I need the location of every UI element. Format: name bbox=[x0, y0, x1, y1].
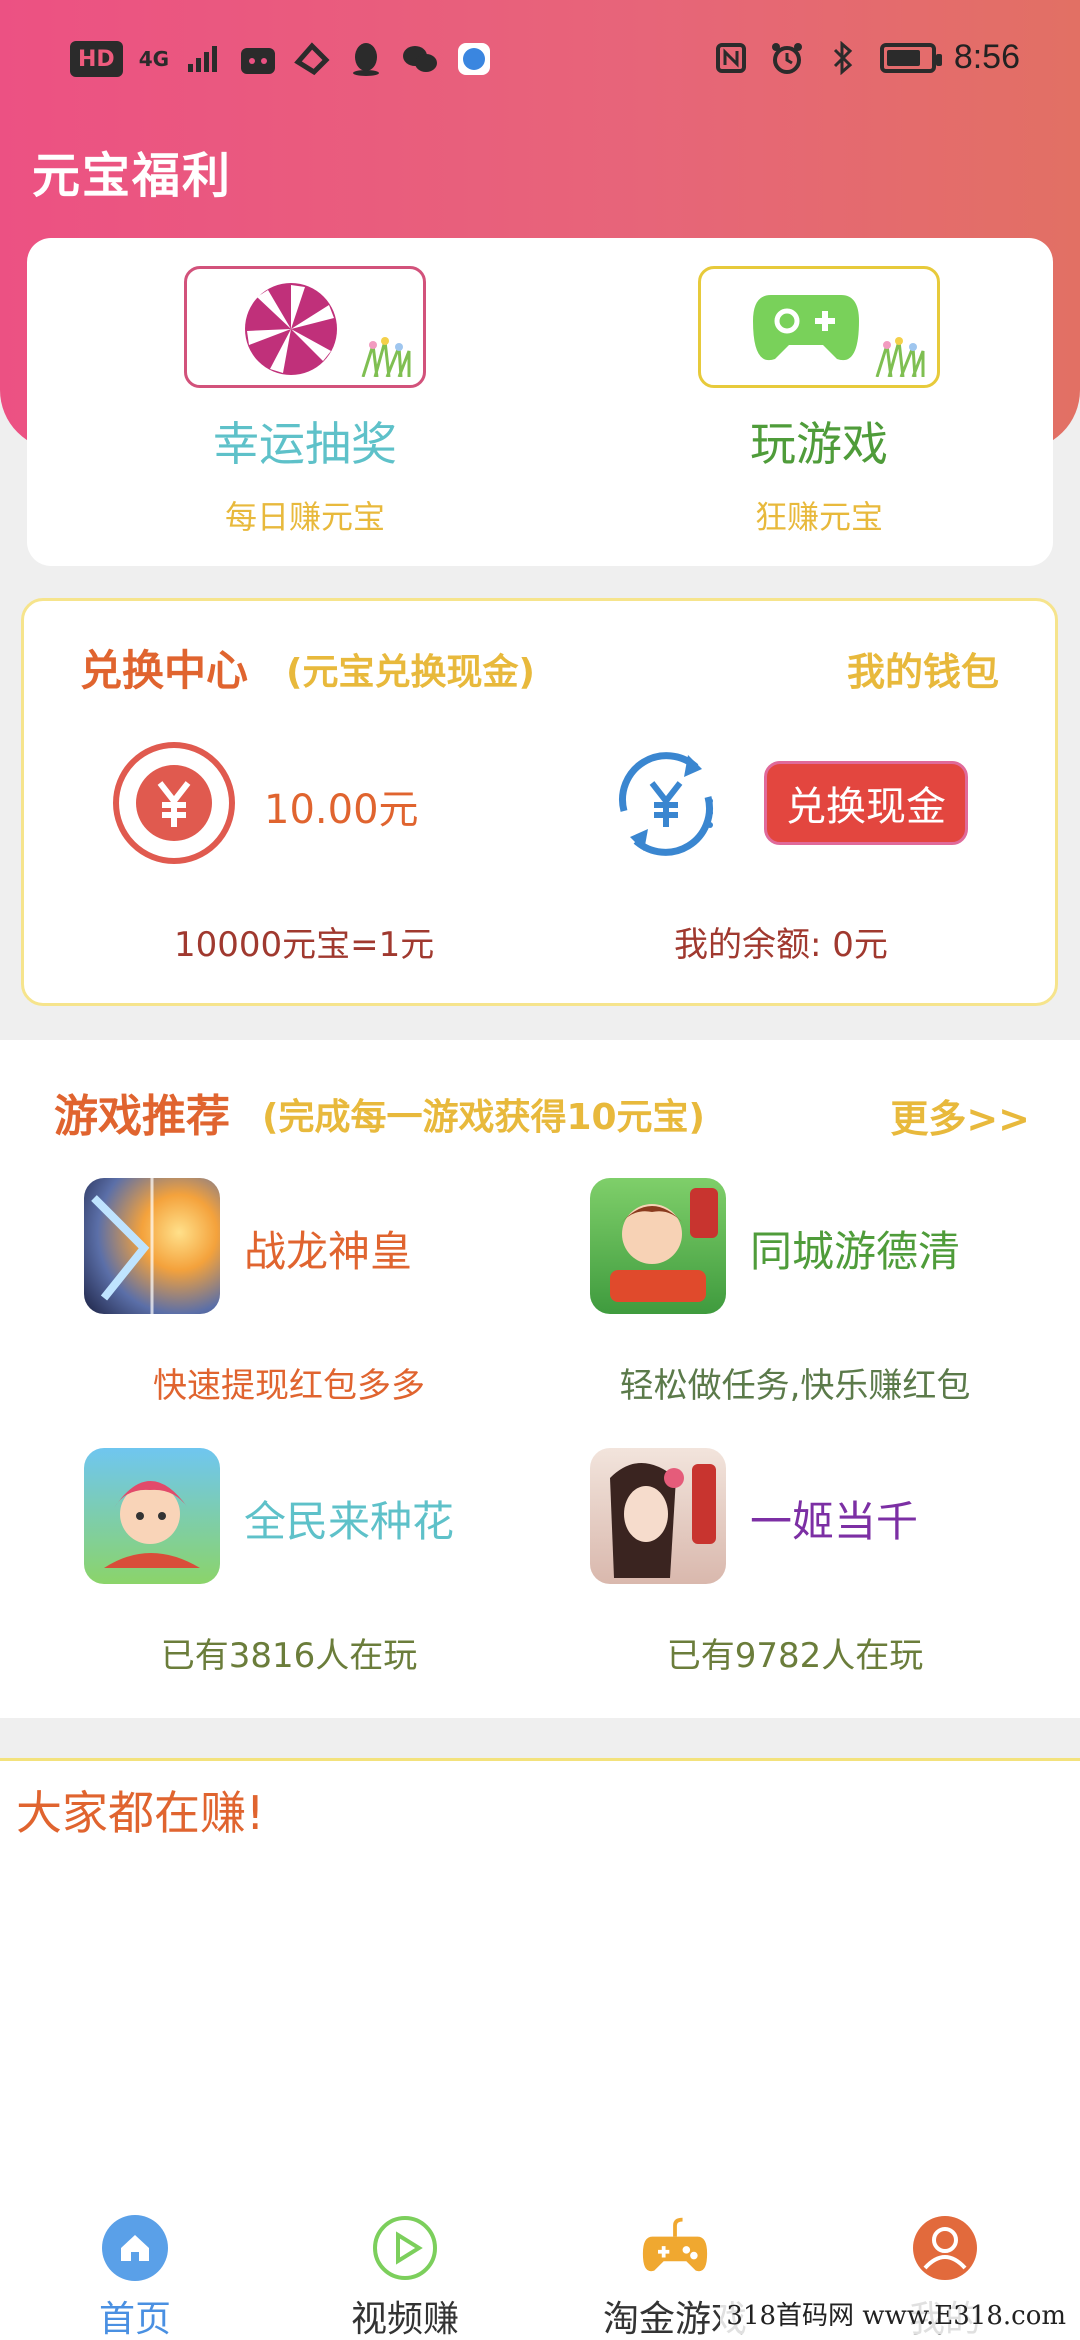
alarm-icon bbox=[768, 39, 806, 77]
lucky-wheel-icon bbox=[245, 283, 337, 375]
cat-app-icon bbox=[239, 40, 277, 78]
currency-exchange-icon bbox=[619, 752, 713, 856]
game-description: 轻松做任务,快乐赚红包 bbox=[619, 1366, 971, 1406]
exchange-subtitle: (元宝兑换现金) bbox=[286, 652, 535, 693]
games-title: 游戏推荐 bbox=[54, 1091, 230, 1142]
profile-icon bbox=[911, 2214, 979, 2282]
my-wallet-link[interactable]: 我的钱包 bbox=[847, 641, 999, 696]
wechat-icon bbox=[401, 40, 439, 78]
everyone-earning-title: 大家都在赚! bbox=[16, 1786, 265, 1840]
game-thumbnail bbox=[590, 1448, 726, 1584]
game-item[interactable]: 同城游德清 轻松做任务,快乐赚红包 bbox=[590, 1178, 1070, 1408]
browser-icon bbox=[455, 40, 493, 78]
signal-icon bbox=[185, 40, 223, 78]
tab-home[interactable]: 首页 bbox=[35, 2214, 235, 2340]
gamepad-icon bbox=[641, 2214, 709, 2282]
game-recommendations: 游戏推荐 (完成每一游戏获得10元宝) 更多>> 战龙神皇 快速提现红包多多 同… bbox=[0, 1040, 1080, 1718]
games-subtitle: (完成每一游戏获得10元宝) bbox=[262, 1097, 706, 1138]
games-more-link[interactable]: 更多>> bbox=[890, 1088, 1030, 1143]
exchange-rate: 10000元宝=1元 bbox=[174, 925, 435, 965]
home-icon bbox=[101, 2214, 169, 2282]
battery-icon bbox=[879, 42, 942, 73]
exchange-title: 兑换中心 bbox=[80, 646, 249, 695]
lucky-draw-frame bbox=[184, 266, 426, 388]
my-balance: 我的余额: 0元 bbox=[674, 925, 888, 965]
game-name: 一姬当千 bbox=[750, 1497, 919, 1546]
clock: 8:56 bbox=[953, 38, 1020, 76]
bluetooth-icon bbox=[824, 39, 862, 77]
game-description: 已有3816人在玩 bbox=[160, 1636, 418, 1676]
play-games-frame bbox=[698, 266, 940, 388]
exchange-amount: 10.00元 bbox=[264, 787, 419, 833]
feature-card: 幸运抽奖 每日赚元宝 玩游戏 狂赚元宝 bbox=[27, 238, 1053, 566]
tab-label: 首页 bbox=[98, 2299, 171, 2340]
game-thumbnail bbox=[84, 1178, 220, 1314]
grass-decoration bbox=[361, 337, 411, 377]
page-title: 元宝福利 bbox=[32, 148, 233, 204]
game-thumbnail bbox=[84, 1448, 220, 1584]
feature-lucky-draw[interactable]: 幸运抽奖 每日赚元宝 bbox=[155, 266, 455, 538]
lucky-draw-subtitle: 每日赚元宝 bbox=[224, 498, 385, 536]
play-games-title: 玩游戏 bbox=[750, 417, 888, 471]
game-item[interactable]: 一姬当千 已有9782人在玩 bbox=[590, 1448, 1070, 1678]
grass-decoration bbox=[875, 337, 925, 377]
status-right: 8:56 bbox=[712, 38, 1020, 77]
qq-icon bbox=[347, 40, 385, 78]
status-left: HD 4G bbox=[70, 40, 493, 78]
game-name: 同城游德清 bbox=[750, 1227, 961, 1276]
tab-video-earn[interactable]: 视频赚 bbox=[305, 2214, 505, 2340]
tab-label: 视频赚 bbox=[350, 2299, 459, 2340]
game-description: 快速提现红包多多 bbox=[153, 1366, 425, 1406]
gamepad-icon bbox=[753, 295, 859, 361]
game-thumbnail bbox=[590, 1178, 726, 1314]
play-icon bbox=[371, 2214, 439, 2282]
network-4g-label: 4G bbox=[138, 47, 170, 71]
hd-badge: HD bbox=[70, 41, 123, 77]
feature-play-games[interactable]: 玩游戏 狂赚元宝 bbox=[669, 266, 969, 538]
game-description: 已有9782人在玩 bbox=[666, 1636, 924, 1676]
exchange-center-card: 兑换中心 (元宝兑换现金) 我的钱包 10.00元 10000元宝=1元 兑换现… bbox=[21, 598, 1058, 1006]
yuan-coin-icon bbox=[113, 742, 235, 864]
everyone-earning-section: 大家都在赚! bbox=[0, 1758, 1080, 2208]
hand-app-icon bbox=[293, 40, 331, 78]
lucky-draw-title: 幸运抽奖 bbox=[213, 417, 397, 471]
nfc-icon bbox=[712, 39, 750, 77]
game-name: 全民来种花 bbox=[244, 1497, 455, 1546]
game-item[interactable]: 全民来种花 已有3816人在玩 bbox=[84, 1448, 564, 1678]
status-bar: HD 4G 8:56 bbox=[0, 0, 1080, 120]
play-games-subtitle: 狂赚元宝 bbox=[754, 498, 883, 536]
game-name: 战龙神皇 bbox=[244, 1227, 413, 1276]
game-item[interactable]: 战龙神皇 快速提现红包多多 bbox=[84, 1178, 564, 1408]
exchange-cash-button[interactable]: 兑换现金 bbox=[764, 761, 968, 845]
watermark: 318首码网 www.E318.com bbox=[720, 2293, 1072, 2334]
